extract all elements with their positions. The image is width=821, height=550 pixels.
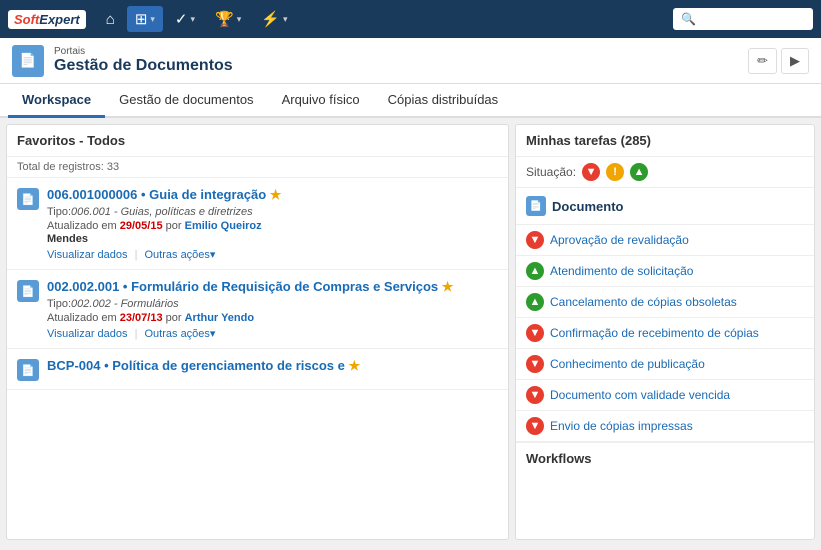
doc-date: 29/05/15 (120, 220, 163, 232)
task-label[interactable]: Documento com validade vencida (550, 388, 730, 402)
trophy-chevron-icon: ▾ (237, 14, 242, 25)
doc-content: 002.002.001 • Formulário de Requisição d… (47, 278, 498, 340)
total-count: Total de registros: 33 (7, 157, 508, 178)
left-panel: Favoritos - Todos Total de registros: 33… (6, 124, 509, 540)
doc-content: 006.001000006 • Guia de integração ★ Tip… (47, 186, 498, 261)
task-label[interactable]: Conhecimento de publicação (550, 357, 705, 371)
right-panel: Minhas tarefas (285) Situação: ▼ ! ▲ 📄 D… (515, 124, 815, 540)
doc-type: Tipo:006.001 - Guias, políticas e diretr… (47, 206, 498, 218)
lightning-chevron-icon: ▾ (283, 14, 288, 25)
task-item[interactable]: ▼ Envio de cópias impressas (516, 411, 814, 442)
other-actions-link[interactable]: Outras ações▾ (145, 249, 216, 261)
view-data-link[interactable]: Visualizar dados (47, 249, 128, 261)
nav-trophy-button[interactable]: 🏆 ▾ (207, 6, 249, 32)
status-icon-red: ▼ (526, 417, 544, 435)
status-red-filter[interactable]: ▼ (582, 163, 600, 181)
doc-content: BCP-004 • Política de gerenciamento de r… (47, 357, 498, 381)
status-green-filter[interactable]: ▲ (630, 163, 648, 181)
task-label[interactable]: Envio de cópias impressas (550, 419, 693, 433)
logo-soft: Soft (14, 12, 39, 27)
star-icon: ★ (349, 358, 361, 373)
status-icon-red: ▼ (526, 386, 544, 404)
check-chevron-icon: ▾ (191, 14, 196, 25)
tab-workspace[interactable]: Workspace (8, 84, 105, 118)
doc-actions: Visualizar dados | Outras ações▾ (47, 248, 498, 261)
task-item[interactable]: ▲ Cancelamento de cópias obsoletas (516, 287, 814, 318)
tasks-header: Minhas tarefas (285) (516, 125, 814, 157)
separator: | (135, 249, 138, 261)
page-header: 📄 Portais Gestão de Documentos ✏ ▶ (0, 38, 821, 84)
doc-updated: Atualizado em 23/07/13 por Arthur Yendo (47, 312, 498, 324)
task-section-icon: 📄 (526, 196, 546, 216)
edit-button[interactable]: ✏ (748, 48, 777, 74)
task-label[interactable]: Confirmação de recebimento de cópias (550, 326, 759, 340)
list-item: 📄 BCP-004 • Política de gerenciamento de… (7, 349, 508, 390)
situacao-row: Situação: ▼ ! ▲ (516, 157, 814, 188)
doc-actions: Visualizar dados | Outras ações▾ (47, 327, 498, 340)
doc-type: Tipo:002.002 - Formulários (47, 298, 498, 310)
doc-title[interactable]: 002.002.001 • Formulário de Requisição d… (47, 278, 498, 296)
doc-updated: Atualizado em 29/05/15 por Emilio Queiro… (47, 220, 498, 232)
task-section-title: Documento (552, 199, 624, 214)
star-icon: ★ (270, 187, 282, 202)
doc-title[interactable]: BCP-004 • Política de gerenciamento de r… (47, 357, 498, 375)
task-item[interactable]: ▼ Confirmação de recebimento de cópias (516, 318, 814, 349)
favorites-header: Favoritos - Todos (7, 125, 508, 157)
tab-arquivo[interactable]: Arquivo físico (268, 84, 374, 118)
page-title: Gestão de Documentos (54, 57, 233, 75)
task-item[interactable]: ▼ Documento com validade vencida (516, 380, 814, 411)
doc-date: 23/07/13 (120, 312, 163, 324)
tabs-bar: Workspace Gestão de documentos Arquivo f… (0, 84, 821, 118)
nav-check-button[interactable]: ✓ ▾ (167, 6, 203, 32)
status-icon-red: ▼ (526, 324, 544, 342)
nav-apps-button[interactable]: ⊞ ▾ (127, 6, 163, 32)
task-label[interactable]: Cancelamento de cópias obsoletas (550, 295, 737, 309)
status-icon-green: ▲ (526, 262, 544, 280)
doc-icon: 📄 (17, 280, 39, 302)
task-label[interactable]: Aprovação de revalidação (550, 233, 689, 247)
page-header-text: Portais Gestão de Documentos (54, 46, 233, 75)
tab-copias[interactable]: Cópias distribuídas (374, 84, 513, 118)
task-section-header: 📄 Documento (516, 188, 814, 225)
search-input[interactable] (681, 12, 805, 26)
logo-expert: Expert (39, 12, 79, 27)
search-box (673, 8, 813, 30)
portais-label: Portais (54, 46, 233, 57)
page-header-actions: ✏ ▶ (748, 48, 809, 74)
status-orange-filter[interactable]: ! (606, 163, 624, 181)
doc-title[interactable]: 006.001000006 • Guia de integração ★ (47, 186, 498, 204)
status-icon-red: ▼ (526, 355, 544, 373)
list-item: 📄 002.002.001 • Formulário de Requisição… (7, 270, 508, 349)
workflows-header: Workflows (516, 442, 814, 474)
doc-author-line: Mendes (47, 233, 498, 245)
situacao-label: Situação: (526, 165, 576, 179)
apps-chevron-icon: ▾ (150, 14, 155, 25)
list-item: 📄 006.001000006 • Guia de integração ★ T… (7, 178, 508, 270)
status-icon-red: ▼ (526, 231, 544, 249)
task-item[interactable]: ▲ Atendimento de solicitação (516, 256, 814, 287)
doc-icon: 📄 (17, 188, 39, 210)
task-item[interactable]: ▼ Aprovação de revalidação (516, 225, 814, 256)
separator: | (135, 328, 138, 340)
tab-gestao[interactable]: Gestão de documentos (105, 84, 267, 118)
main-content: Favoritos - Todos Total de registros: 33… (0, 118, 821, 546)
document-icon: 📄 (19, 52, 36, 69)
navbar: SoftExpert ⌂ ⊞ ▾ ✓ ▾ 🏆 ▾ ⚡ ▾ (0, 0, 821, 38)
status-icon-green: ▲ (526, 293, 544, 311)
doc-author[interactable]: Emilio Queiroz (185, 220, 262, 232)
task-item[interactable]: ▼ Conhecimento de publicação (516, 349, 814, 380)
doc-author[interactable]: Arthur Yendo (185, 312, 254, 324)
view-data-link[interactable]: Visualizar dados (47, 328, 128, 340)
other-actions-link[interactable]: Outras ações▾ (145, 328, 216, 340)
doc-icon: 📄 (17, 359, 39, 381)
task-label[interactable]: Atendimento de solicitação (550, 264, 693, 278)
nav-home-button[interactable]: ⌂ (98, 7, 123, 32)
logo: SoftExpert (8, 10, 86, 29)
star-icon: ★ (442, 279, 454, 294)
nav-lightning-button[interactable]: ⚡ ▾ (253, 6, 295, 32)
page-header-icon: 📄 (12, 45, 44, 77)
more-button[interactable]: ▶ (781, 48, 809, 74)
